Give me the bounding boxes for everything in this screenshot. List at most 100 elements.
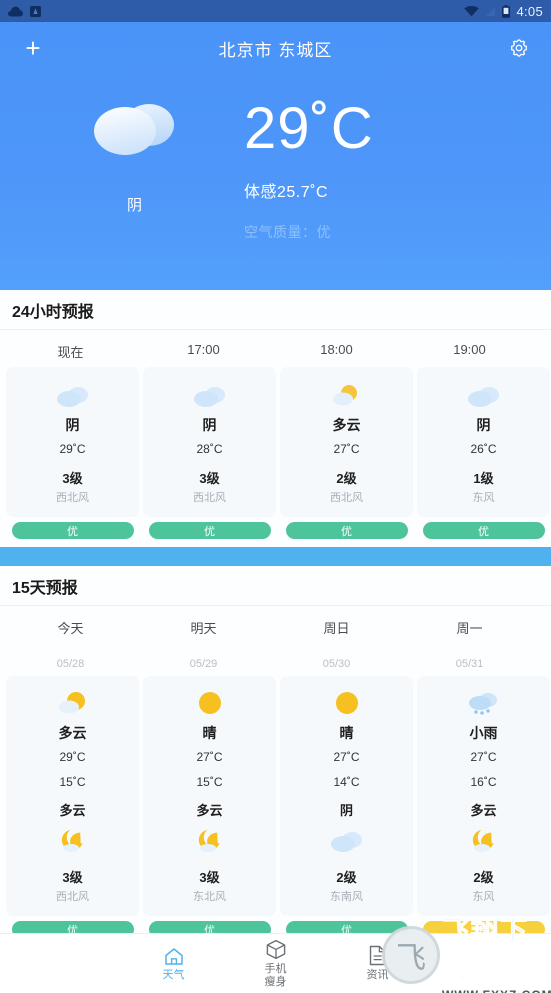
hourly-wind-level: 3级 bbox=[199, 471, 220, 486]
daily-date-label: 05/28 bbox=[56, 658, 85, 670]
hourly-temperature: 26˚C bbox=[470, 442, 497, 456]
daily-night-condition: 多云 bbox=[470, 803, 497, 818]
overcast-icon bbox=[193, 377, 227, 407]
hourly-card-body: 阴 26˚C 1级 东风 bbox=[417, 367, 550, 517]
hourly-wind-level: 2级 bbox=[336, 471, 357, 486]
daily-wind-level: 2级 bbox=[336, 870, 357, 885]
hourly-aqi-badge: 优 bbox=[285, 522, 408, 539]
current-weather-body: 阴 29˚C 体感25.7˚C 空气质量：优 bbox=[0, 92, 551, 242]
daily-cards-scroller[interactable]: 多云 29˚C 15˚C 多云 3级 西北风 优 晴 27˚C 15˚C 多云 … bbox=[0, 676, 551, 946]
hourly-temperature: 29˚C bbox=[59, 442, 86, 456]
watermark-text: 飞翔下载 WWW.FXXZ.COM bbox=[442, 909, 551, 993]
hourly-temperature: 27˚C bbox=[333, 442, 360, 456]
daily-night-condition: 多云 bbox=[196, 803, 223, 818]
daily-wind-level: 3级 bbox=[199, 870, 220, 885]
hourly-cards-scroller[interactable]: 阴 29˚C 3级 西北风 优 阴 28˚C 3级 西北风 优 多云 27˚C … bbox=[0, 367, 551, 547]
daily-wind-direction: 西北风 bbox=[56, 891, 89, 903]
hourly-condition: 多云 bbox=[332, 417, 361, 433]
hourly-card[interactable]: 阴 28˚C 3级 西北风 优 bbox=[143, 367, 276, 539]
daily-card-body: 小雨 27˚C 16˚C 多云 2级 东风 bbox=[417, 676, 550, 916]
daily-day-label: 明天 bbox=[190, 621, 217, 636]
daily-night-condition: 多云 bbox=[59, 803, 86, 818]
daily-day-condition: 晴 bbox=[202, 725, 217, 741]
overcast-icon bbox=[330, 827, 364, 855]
hourly-time-labels: 现在 17:00 18:00 19:00 bbox=[0, 330, 551, 367]
signal-icon bbox=[485, 6, 496, 17]
daily-forecast-section: 15天预报 今天 明天 周日 周一 05/28 05/29 05/30 05/3… bbox=[0, 566, 551, 946]
hourly-temperature: 28˚C bbox=[196, 442, 223, 456]
hourly-wind-direction: 东风 bbox=[472, 492, 495, 504]
home-icon bbox=[163, 946, 185, 966]
daily-day-labels: 今天 明天 周日 周一 bbox=[0, 606, 551, 643]
hourly-time-label: 现在 bbox=[57, 345, 84, 360]
hourly-wind-level: 1级 bbox=[473, 471, 494, 486]
watermark-logo-icon: 飞 bbox=[382, 926, 440, 984]
daily-day-condition: 多云 bbox=[58, 725, 87, 741]
daily-section-title: 15天预报 bbox=[0, 566, 551, 606]
partly-cloudy-icon bbox=[55, 686, 91, 716]
daily-date-label: 05/31 bbox=[455, 658, 484, 670]
moon-cloud-icon bbox=[194, 827, 226, 855]
hourly-wind-direction: 西北风 bbox=[193, 492, 226, 504]
overcast-icon bbox=[56, 377, 90, 407]
moon-cloud-icon bbox=[468, 827, 500, 855]
daily-date-labels: 05/28 05/29 05/30 05/31 bbox=[0, 643, 551, 676]
hourly-card[interactable]: 阴 26˚C 1级 东风 优 bbox=[417, 367, 550, 539]
partly-cloudy-icon bbox=[330, 377, 364, 407]
daily-card[interactable]: 小雨 27˚C 16˚C 多云 2级 东风 良 bbox=[417, 676, 550, 938]
daily-wind-level: 2级 bbox=[473, 870, 494, 885]
daily-night-condition: 阴 bbox=[339, 803, 353, 818]
hourly-card[interactable]: 多云 27˚C 2级 西北风 优 bbox=[280, 367, 413, 539]
hourly-wind-level: 3级 bbox=[62, 471, 83, 486]
hourly-card[interactable]: 阴 29˚C 3级 西北风 优 bbox=[6, 367, 139, 539]
daily-low-temp: 15˚C bbox=[59, 775, 86, 789]
daily-low-temp: 15˚C bbox=[196, 775, 223, 789]
status-bar-clock: 4:05 bbox=[516, 3, 543, 19]
daily-date-label: 05/30 bbox=[322, 658, 351, 670]
daily-high-temp: 29˚C bbox=[59, 750, 86, 764]
daily-high-temp: 27˚C bbox=[333, 750, 360, 764]
wifi-icon bbox=[464, 5, 480, 17]
hourly-condition: 阴 bbox=[476, 417, 491, 433]
hourly-time-label: 19:00 bbox=[453, 342, 486, 357]
nav-label-line2: 瘦身 bbox=[264, 975, 287, 988]
cloudy-overcast-icon bbox=[92, 92, 178, 158]
current-weather-hero: + 北京市 东城区 阴 29˚C 体感25.7˚C 空气质量：优 bbox=[0, 22, 551, 290]
hourly-condition: 阴 bbox=[202, 417, 217, 433]
daily-wind-level: 3级 bbox=[62, 870, 83, 885]
weather-app: 4:05 + 北京市 东城区 阴 29˚C 体感25.7˚C 空气质量：优 24… bbox=[0, 0, 551, 993]
current-readings-block: 29˚C 体感25.7˚C 空气质量：优 bbox=[230, 92, 374, 242]
daily-card[interactable]: 晴 27˚C 15˚C 多云 3级 东北风 优 bbox=[143, 676, 276, 938]
site-watermark: 飞 飞翔下载 WWW.FXXZ.COM bbox=[382, 915, 551, 993]
watermark-title: 飞翔下载 bbox=[442, 915, 529, 985]
nav-item-weather[interactable]: 天气 bbox=[145, 946, 203, 982]
daily-low-temp: 14˚C bbox=[333, 775, 360, 789]
hourly-card-body: 多云 27˚C 2级 西北风 bbox=[280, 367, 413, 517]
nav-item-phone-cleanup-label: 手机 瘦身 bbox=[265, 963, 287, 988]
watermark-url: WWW.FXXZ.COM bbox=[442, 988, 551, 993]
current-temperature: 29˚C bbox=[244, 96, 374, 161]
overcast-icon bbox=[467, 377, 501, 407]
hourly-section-title: 24小时预报 bbox=[0, 290, 551, 330]
moon-cloud-icon bbox=[57, 827, 89, 855]
daily-card[interactable]: 多云 29˚C 15˚C 多云 3级 西北风 优 bbox=[6, 676, 139, 938]
page-title: 北京市 东城区 bbox=[218, 40, 333, 60]
daily-wind-direction: 东风 bbox=[472, 891, 495, 903]
hourly-time-label: 18:00 bbox=[320, 342, 353, 357]
daily-date-label: 05/29 bbox=[189, 658, 218, 670]
daily-card[interactable]: 晴 27˚C 14˚C 阴 2级 东南风 优 bbox=[280, 676, 413, 938]
daily-wind-direction: 东南风 bbox=[330, 891, 363, 903]
daily-high-temp: 27˚C bbox=[196, 750, 223, 764]
nav-item-phone-cleanup[interactable]: 手机 瘦身 bbox=[247, 939, 305, 988]
hourly-condition: 阴 bbox=[65, 417, 80, 433]
status-bar: 4:05 bbox=[0, 0, 551, 22]
add-city-button[interactable]: + bbox=[18, 33, 48, 63]
hourly-time-label: 17:00 bbox=[187, 342, 220, 357]
settings-button[interactable] bbox=[505, 34, 533, 62]
cloud-icon bbox=[8, 6, 23, 17]
box-icon bbox=[265, 939, 287, 960]
battery-icon bbox=[502, 4, 511, 18]
daily-day-label: 周一 bbox=[456, 621, 483, 636]
daily-day-label: 周日 bbox=[323, 621, 350, 636]
nav-label-line1: 手机 bbox=[264, 962, 287, 975]
